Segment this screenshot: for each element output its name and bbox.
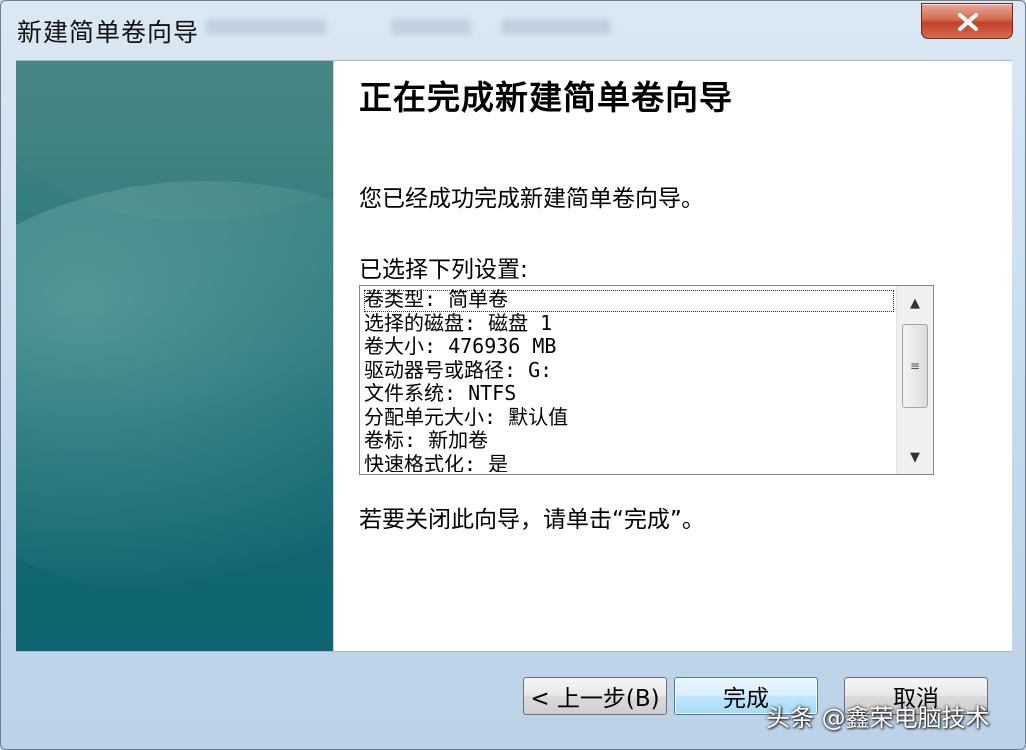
wizard-window: 新建简单卷向导 正在完成新建简单卷向导 您已经成功完成新建简单卷向导。 已选择下… xyxy=(0,0,1026,750)
settings-listbox[interactable]: 卷类型: 简单卷 选择的磁盘: 磁盘 1 卷大小: 476936 MB 驱动器号… xyxy=(359,285,934,475)
list-item: 分配单元大小: 默认值 xyxy=(364,404,569,429)
back-button[interactable]: < 上一步(B) xyxy=(523,677,667,715)
scroll-down-arrow-icon: ▼ xyxy=(910,449,920,465)
close-button[interactable] xyxy=(921,3,1013,39)
window-title: 新建简单卷向导 xyxy=(17,18,200,47)
list-item: 卷类型: 简单卷 xyxy=(364,288,509,311)
scroll-thumb[interactable]: ≡ xyxy=(902,324,928,408)
close-icon xyxy=(958,13,978,31)
scroll-up-button[interactable]: ▲ xyxy=(897,286,933,320)
list-item: 快速格式化: 是 xyxy=(364,451,509,472)
watermark: 头条 @鑫荣电脑技术 xyxy=(766,704,990,732)
scroll-down-button[interactable]: ▼ xyxy=(897,440,933,474)
scroll-up-arrow-icon: ▲ xyxy=(910,295,920,311)
list-item: 文件系统: NTFS xyxy=(364,381,517,405)
grip-icon: ≡ xyxy=(909,359,921,373)
list-item: 选择的磁盘: 磁盘 1 xyxy=(364,310,553,335)
list-item: 卷标: 新加卷 xyxy=(364,428,489,452)
background-blur xyxy=(501,19,611,35)
settings-list: 卷类型: 简单卷 选择的磁盘: 磁盘 1 卷大小: 476936 MB 驱动器号… xyxy=(364,288,894,472)
vertical-scrollbar[interactable]: ▲ ≡ ▼ xyxy=(896,286,933,474)
background-blur xyxy=(391,19,471,35)
footer-separator xyxy=(16,651,1012,652)
page-heading: 正在完成新建简单卷向导 xyxy=(359,78,733,117)
list-item: 驱动器号或路径: G: xyxy=(364,357,553,382)
background-blur xyxy=(206,19,326,35)
wizard-content: 正在完成新建简单卷向导 您已经成功完成新建简单卷向导。 已选择下列设置: 卷类型… xyxy=(16,60,1012,651)
divider xyxy=(333,61,334,651)
settings-label: 已选择下列设置: xyxy=(359,257,528,283)
wizard-sidebar-banner xyxy=(16,61,333,651)
completion-message: 您已经成功完成新建简单卷向导。 xyxy=(359,186,704,212)
close-hint-text: 若要关闭此向导，请单击“完成”。 xyxy=(359,507,705,533)
title-bar: 新建简单卷向导 xyxy=(1,1,1025,57)
list-item: 卷大小: 476936 MB xyxy=(364,334,557,358)
